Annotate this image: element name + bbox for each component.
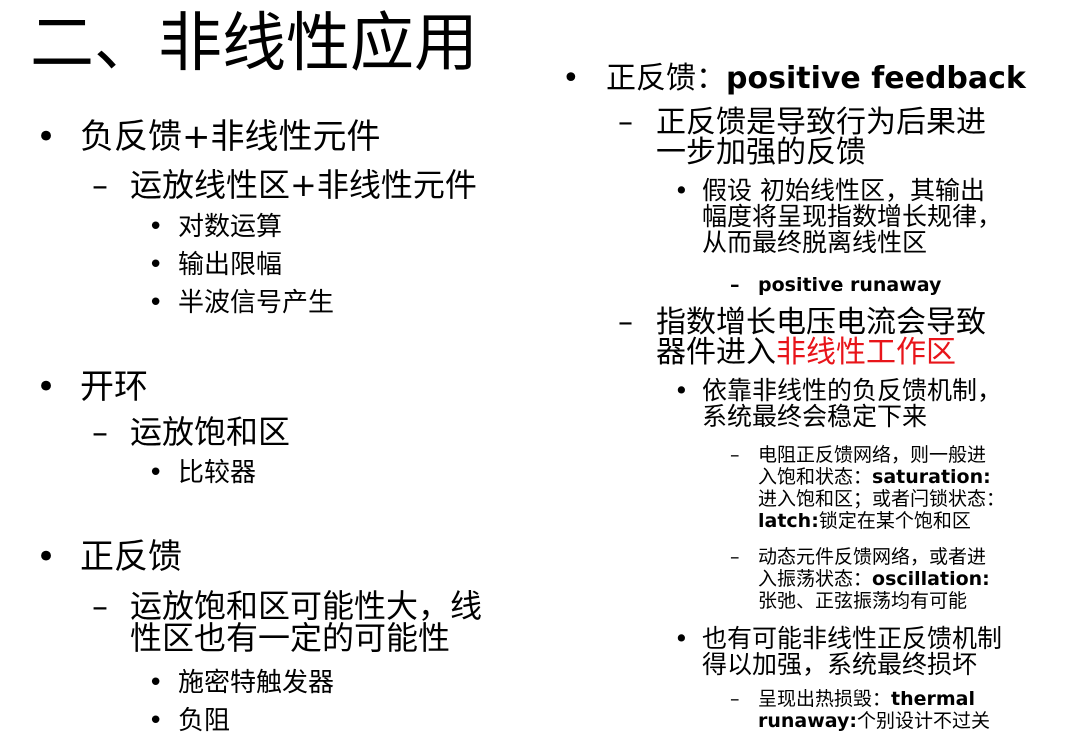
bullet-text: 正反馈 <box>80 537 182 577</box>
slide: 二、非线性应用 • 负反馈+非线性元件 – 运放线性区+非线性元件 • 对数运算… <box>0 0 1083 744</box>
bullet-dot-icon: • <box>562 61 580 96</box>
bullet-dash-icon: – <box>618 305 633 340</box>
list-subitem-text: positive runaway <box>758 274 942 296</box>
text-plain: 个别设计不过关 <box>857 710 991 732</box>
list-item-limiter: • 输出限幅 <box>148 250 282 280</box>
sub-bullet-saturation-likely: – 运放饱和区可能性大，线 性区也有一定的可能性 <box>92 590 482 654</box>
list-item-neg-feedback-stable: • 依靠非线性的负反馈机制， 系统最终会稳定下来 <box>674 378 1002 430</box>
list-item-text: 得以加强，系统最终损坏 <box>702 650 978 679</box>
list-item-text: 比较器 <box>178 458 257 488</box>
list-subitem-text: 电阻正反馈网络，则一般进 <box>758 444 987 466</box>
term-runaway: runaway: <box>758 710 858 732</box>
bullet-neg-feedback-nonlinear: • 负反馈+非线性元件 <box>36 118 381 156</box>
bullet-dot-icon: • <box>674 624 689 653</box>
sub-bullet-text: 器件进入非线性工作区 <box>618 338 986 368</box>
list-item-text: 输出限幅 <box>178 250 283 280</box>
bullet-positive-feedback: • 正反馈 <box>36 538 182 576</box>
list-item-text: 假设 初始线性区，其输出 <box>702 176 985 205</box>
list-item-schmitt: • 施密特触发器 <box>148 668 334 698</box>
text-plain: 呈现出热损毁： <box>758 688 892 710</box>
list-item-text: 幅度将呈现指数增长规律， <box>702 202 1003 231</box>
bullet-dot-icon: • <box>148 458 164 488</box>
text-plain: 入饱和状态： <box>758 466 873 488</box>
bullet-dash-icon: – <box>730 274 740 296</box>
sub-bullet-text: 正反馈是导致行为后果进 <box>656 105 986 140</box>
sub-bullet-text: 运放饱和区可能性大，线 <box>130 587 483 625</box>
head-en: positive feedback <box>726 61 1026 96</box>
bullet-text: 负反馈+非线性元件 <box>80 117 381 157</box>
sub-bullet-text: 性区也有一定的可能性 <box>130 619 451 657</box>
bullet-text: 正反馈：positive feedback <box>562 62 1026 96</box>
list-subitem-text: 入饱和状态：saturation: <box>730 466 1005 488</box>
list-item-log: • 对数运算 <box>148 212 282 242</box>
term-latch: latch: <box>758 510 819 532</box>
sub-bullet-text: 运放饱和区 <box>130 413 291 451</box>
list-subitem-text: 进入饱和区；或者闩锁状态： <box>758 488 1006 510</box>
bullet-dot-icon: • <box>148 250 164 280</box>
bullet-dash-icon: – <box>92 166 108 204</box>
sub-bullet-opamp-linear: – 运放线性区+非线性元件 <box>92 169 477 201</box>
list-subitem-thermal-runaway: – 呈现出热损毁：thermal runaway:个别设计不过关 <box>730 688 990 732</box>
sub-bullet-exp-growth: – 指数增长电压电流会导致 器件进入非线性工作区 <box>618 308 986 368</box>
bullet-dot-icon: • <box>148 288 164 318</box>
bullet-dash-icon: – <box>730 546 740 568</box>
bullet-open-loop: • 开环 <box>36 368 148 406</box>
bullet-dash-icon: – <box>92 413 108 451</box>
list-subitem-dynamic: – 动态元件反馈网络，或者进 入振荡状态：oscillation: 张弛、正弦振… <box>730 546 990 612</box>
left-column: • 负反馈+非线性元件 – 运放线性区+非线性元件 • 对数运算 • 输出限幅 … <box>0 0 560 744</box>
list-item-text: 半波信号产生 <box>178 288 335 318</box>
bullet-dot-icon: • <box>674 176 689 205</box>
sub-bullet-saturation: – 运放饱和区 <box>92 416 290 448</box>
list-subitem-text: latch:锁定在某个饱和区 <box>730 510 1005 532</box>
bullet-dot-icon: • <box>36 117 57 157</box>
bullet-dash-icon: – <box>92 587 108 625</box>
list-subitem-text: 呈现出热损毁：thermal <box>730 688 990 710</box>
head-cn: 正反馈： <box>606 61 726 96</box>
list-item-comparator: • 比较器 <box>148 458 256 488</box>
sub-bullet-text: 运放线性区+非线性元件 <box>130 166 477 204</box>
bullet-dash-icon: – <box>730 688 740 710</box>
list-subitem-text: 动态元件反馈网络，或者进 <box>758 546 987 568</box>
list-item-negative-resistance: • 负阻 <box>148 706 230 736</box>
bullet-dot-icon: • <box>148 706 164 736</box>
list-subitem-resistive: – 电阻正反馈网络，则一般进 入饱和状态：saturation: 进入饱和区；或… <box>730 444 1005 532</box>
bullet-dot-icon: • <box>36 367 57 407</box>
list-item-text: 施密特触发器 <box>178 668 335 698</box>
list-item-halfwave: • 半波信号产生 <box>148 288 334 318</box>
list-item-text: 从而最终脱离线性区 <box>702 228 928 257</box>
bullet-positive-feedback-head: • 正反馈：positive feedback <box>562 62 1026 96</box>
text-plain: 器件进入 <box>656 335 776 370</box>
bullet-dash-icon: – <box>618 105 633 140</box>
term-oscillation: oscillation: <box>872 568 990 590</box>
bullet-dot-icon: • <box>148 668 164 698</box>
list-subitem-text: runaway:个别设计不过关 <box>730 710 990 732</box>
bullet-dot-icon: • <box>674 376 689 405</box>
bullet-dot-icon: • <box>148 212 164 242</box>
term-saturation: saturation: <box>872 466 991 488</box>
list-item-text: 系统最终会稳定下来 <box>702 402 928 431</box>
list-item-may-damage: • 也有可能非线性正反馈机制 得以加强，系统最终损坏 <box>674 626 1002 678</box>
text-plain: 锁定在某个饱和区 <box>818 510 971 532</box>
highlight-nonlinear-region: 非线性工作区 <box>776 335 956 370</box>
list-item-assume-linear: • 假设 初始线性区，其输出 幅度将呈现指数增长规律， 从而最终脱离线性区 <box>674 178 1002 256</box>
sub-bullet-text: 一步加强的反馈 <box>656 135 866 170</box>
list-item-text: 对数运算 <box>178 212 283 242</box>
sub-bullet-def: – 正反馈是导致行为后果进 一步加强的反馈 <box>618 108 986 168</box>
list-item-text: 依靠非线性的负反馈机制， <box>702 376 1003 405</box>
list-item-text: 也有可能非线性正反馈机制 <box>702 624 1003 653</box>
bullet-dot-icon: • <box>36 537 57 577</box>
list-subitem-positive-runaway: – positive runaway <box>730 274 941 296</box>
right-column: • 正反馈：positive feedback – 正反馈是导致行为后果进 一步… <box>560 0 1083 744</box>
term-thermal: thermal <box>891 688 976 710</box>
sub-bullet-text: 指数增长电压电流会导致 <box>656 305 986 340</box>
list-subitem-text: 入振荡状态：oscillation: <box>730 568 990 590</box>
text-plain: 入振荡状态： <box>758 568 873 590</box>
bullet-dash-icon: – <box>730 444 740 466</box>
list-subitem-text: 张弛、正弦振荡均有可能 <box>758 590 968 612</box>
